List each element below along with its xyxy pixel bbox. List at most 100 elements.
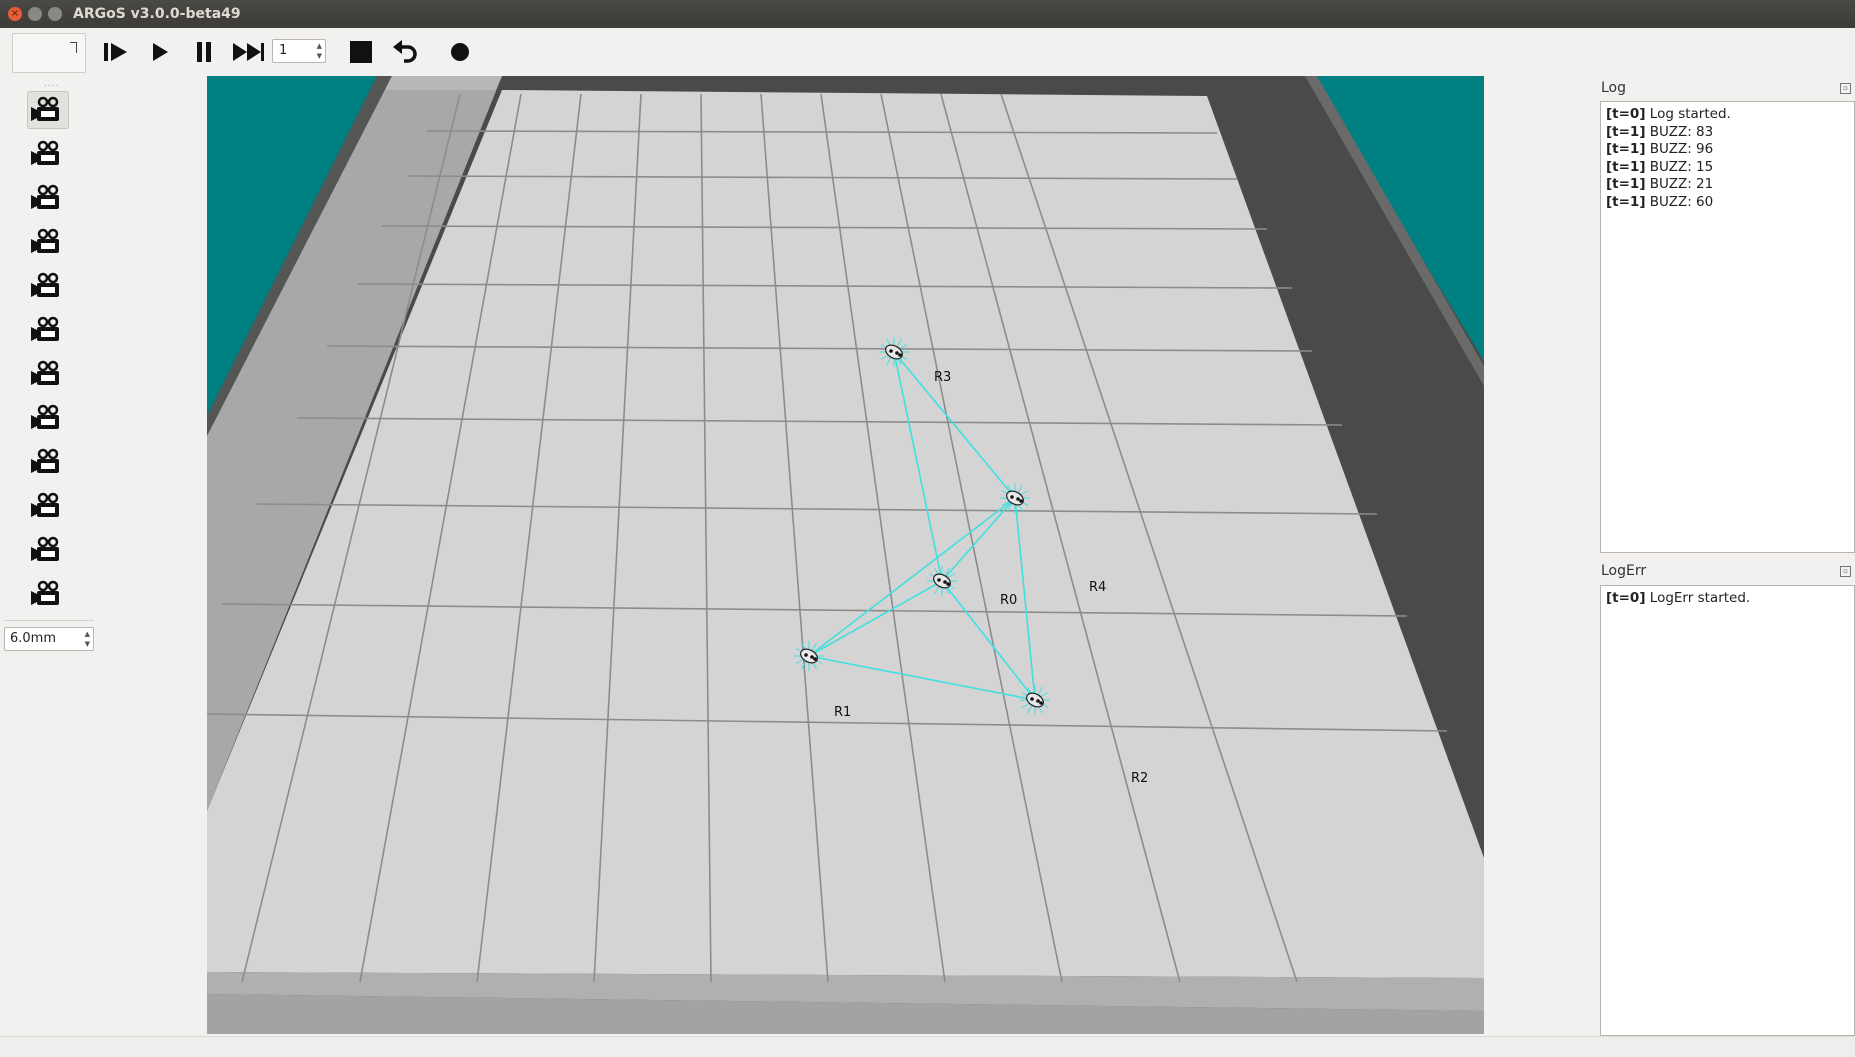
- log-panel-title: Log: [1601, 80, 1627, 96]
- camera-9-button[interactable]: [27, 443, 69, 481]
- video-camera-icon: [31, 96, 59, 121]
- video-camera-icon: [31, 228, 59, 253]
- stop-button[interactable]: [348, 37, 374, 67]
- robot-led: [937, 578, 941, 582]
- robot-led: [895, 351, 899, 355]
- stop-icon: [350, 41, 372, 63]
- camera-5-button[interactable]: [27, 267, 69, 305]
- video-camera-icon: [31, 536, 59, 561]
- robot-label: R3: [934, 370, 951, 385]
- robot-led: [804, 653, 808, 657]
- reset-icon: [393, 40, 417, 63]
- logerr-message: LogErr started.: [1645, 590, 1751, 606]
- steps-per-tick-value: 1: [279, 43, 288, 58]
- video-camera-icon: [31, 360, 59, 385]
- logerr-panel-title: LogErr: [1601, 563, 1647, 579]
- record-icon: [451, 43, 469, 61]
- robot-led: [1019, 499, 1023, 503]
- maximize-window-icon[interactable]: [48, 7, 62, 21]
- play-button[interactable]: [148, 37, 172, 67]
- robot-led: [813, 657, 817, 661]
- camera-2-button[interactable]: [27, 135, 69, 173]
- log-entry: [t=0] Log started.: [1606, 106, 1849, 124]
- log-message: Log started.: [1645, 106, 1731, 122]
- camera-7-button[interactable]: [27, 355, 69, 393]
- robot-led: [946, 582, 950, 586]
- close-window-icon[interactable]: ×: [8, 7, 22, 21]
- robot-led: [810, 655, 814, 659]
- float-panel-icon[interactable]: ▫: [1840, 566, 1851, 577]
- log-output[interactable]: [t=0] Log started. [t=1] BUZZ: 83 [t=1] BU…: [1600, 101, 1855, 553]
- arena-wall-left-top: [385, 76, 502, 90]
- step-button[interactable]: [102, 37, 130, 67]
- window-title: ARGoS v3.0.0-beta49: [73, 6, 241, 22]
- pause-button[interactable]: [192, 37, 216, 67]
- robot-led: [1030, 697, 1034, 701]
- log-timestamp: [t=1]: [1606, 193, 1646, 210]
- log-message: BUZZ: 60: [1645, 193, 1714, 210]
- camera-6-button[interactable]: [27, 311, 69, 349]
- title-bar: × ARGoS v3.0.0-beta49: [0, 0, 1855, 29]
- log-timestamp: [t=1]: [1606, 123, 1646, 140]
- video-camera-icon: [31, 404, 59, 429]
- steps-per-tick-spinbox[interactable]: 1 ▲ ▼: [272, 39, 326, 63]
- status-bar: [0, 1036, 1855, 1057]
- camera-8-button[interactable]: [27, 399, 69, 437]
- logerr-output[interactable]: [t=0] LogErr started.: [1600, 585, 1855, 1036]
- robot-led: [943, 580, 947, 584]
- camera-10-button[interactable]: [27, 487, 69, 525]
- record-button[interactable]: [448, 37, 472, 67]
- log-entry: [t=1] BUZZ: 83: [1606, 124, 1849, 142]
- logerr-entry: [t=0] LogErr started.: [1606, 590, 1849, 608]
- log-timestamp: [t=0]: [1606, 106, 1646, 122]
- robot-led: [1010, 495, 1014, 499]
- spin-arrows-icon[interactable]: ▲ ▼: [85, 629, 90, 649]
- log-timestamp: [t=1]: [1606, 158, 1646, 175]
- log-message: BUZZ: 83: [1645, 123, 1714, 140]
- video-camera-icon: [31, 492, 59, 517]
- arena-scene[interactable]: R0 R1 R2 R3 R4: [207, 76, 1484, 1034]
- log-timestamp: [t=1]: [1606, 141, 1646, 157]
- play-icon: [153, 43, 168, 61]
- log-message: BUZZ: 15: [1645, 158, 1714, 175]
- camera-1-button[interactable]: [27, 91, 69, 129]
- arena-viewport[interactable]: R0 R1 R2 R3 R4: [207, 76, 1484, 1034]
- log-message: BUZZ: 96: [1645, 141, 1714, 157]
- video-camera-icon: [31, 184, 59, 209]
- camera-11-button[interactable]: [27, 531, 69, 569]
- video-camera-icon: [31, 140, 59, 165]
- camera-4-button[interactable]: [27, 223, 69, 261]
- fast-forward-button[interactable]: [230, 37, 266, 67]
- minimize-window-icon[interactable]: [28, 7, 42, 21]
- logerr-timestamp: [t=0]: [1606, 590, 1646, 606]
- robot-label: R2: [1131, 771, 1148, 786]
- point-size-spinbox[interactable]: 6.0mm ▲ ▼: [4, 627, 94, 651]
- log-message: BUZZ: 21: [1645, 176, 1714, 192]
- step-counter-display: [12, 33, 86, 73]
- robot-led: [1016, 497, 1020, 501]
- robot-led: [1039, 701, 1043, 705]
- log-entry: [t=1] BUZZ: 15: [1606, 159, 1849, 177]
- log-entry: [t=1] BUZZ: 21: [1606, 176, 1849, 194]
- robot-led: [889, 349, 893, 353]
- robot-led: [1036, 699, 1040, 703]
- pause-icon: [197, 42, 211, 62]
- toolbar-grip[interactable]: ....: [44, 79, 59, 89]
- fast-forward-icon: [233, 43, 264, 61]
- robot-led: [898, 353, 902, 357]
- video-camera-icon: [31, 316, 59, 341]
- float-panel-icon[interactable]: ▫: [1840, 83, 1851, 94]
- log-timestamp: [t=1]: [1606, 176, 1646, 192]
- robot-label: R4: [1089, 580, 1106, 595]
- camera-3-button[interactable]: [27, 179, 69, 217]
- robot-label: R1: [834, 705, 851, 720]
- video-camera-icon: [31, 580, 59, 605]
- camera-12-button[interactable]: [27, 575, 69, 613]
- step-icon: [104, 43, 127, 61]
- divider: [4, 620, 94, 621]
- robot-label: R0: [1000, 593, 1017, 608]
- log-entry: [t=1] BUZZ: 60: [1606, 194, 1849, 212]
- reset-button[interactable]: [390, 37, 420, 67]
- video-camera-icon: [31, 272, 59, 297]
- spin-arrows-icon[interactable]: ▲ ▼: [317, 41, 322, 61]
